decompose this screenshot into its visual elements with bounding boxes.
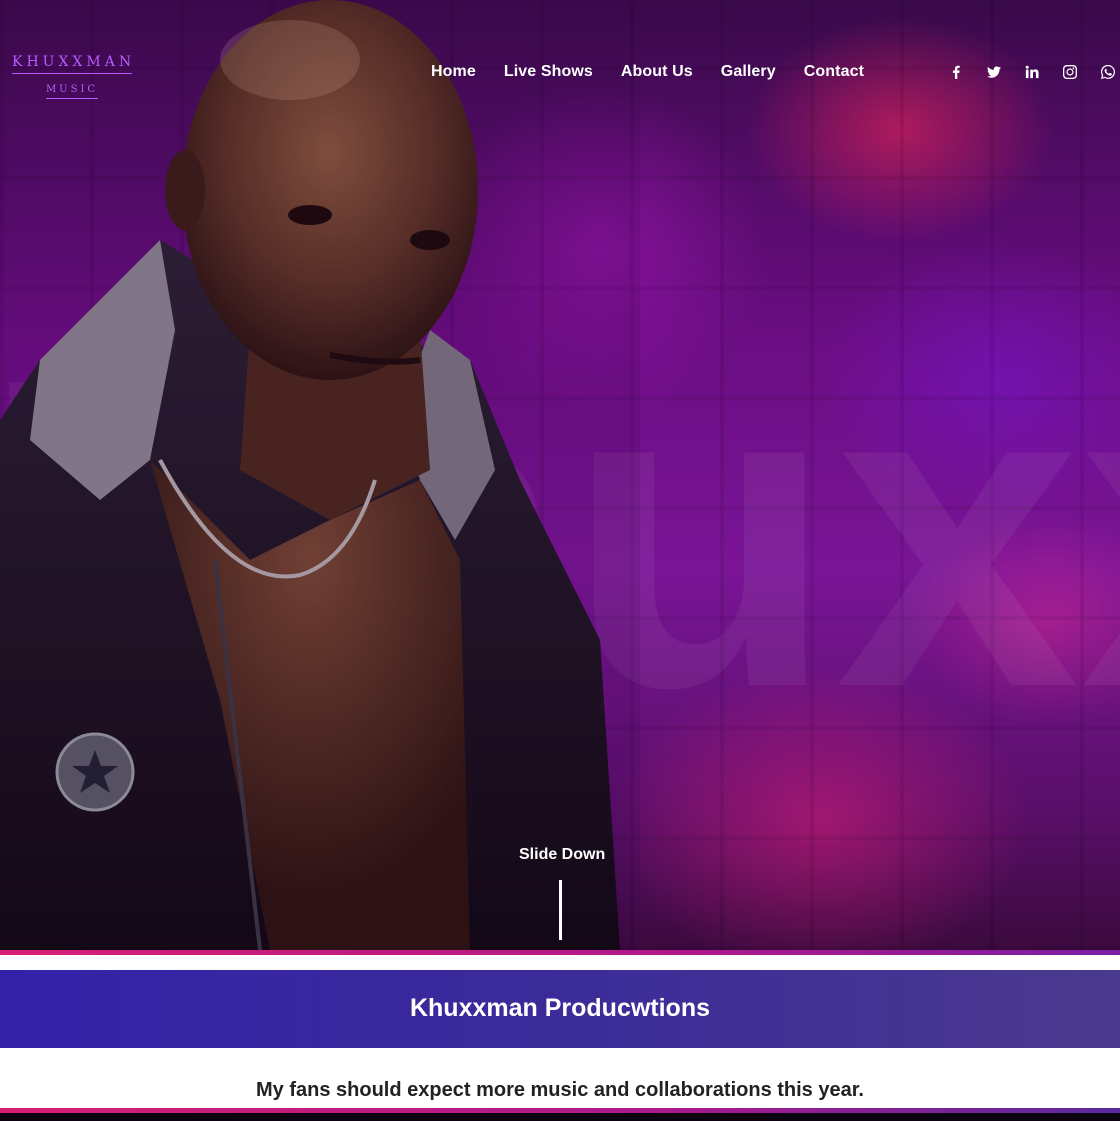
logo-brand-name: KHUXXMAN (12, 54, 132, 74)
linkedin-icon[interactable] (1024, 64, 1040, 80)
nav-contact[interactable]: Contact (804, 63, 864, 81)
logo-tagline: MUSIC (45, 84, 99, 99)
nav-home[interactable]: Home (431, 63, 476, 81)
productions-banner: Khuxxman Producwtions (0, 970, 1120, 1048)
nav-live-shows[interactable]: Live Shows (504, 63, 593, 81)
slide-down-indicator[interactable] (559, 880, 562, 940)
whatsapp-icon[interactable] (1100, 64, 1116, 80)
artist-photo (0, 0, 640, 950)
nav-about-us[interactable]: About Us (621, 63, 693, 81)
main-nav: Home Live Shows About Us Gallery Contact (431, 63, 864, 81)
intro-section: My fans should expect more music and col… (0, 1048, 1120, 1108)
facebook-icon[interactable] (948, 64, 964, 80)
instagram-icon[interactable] (1062, 64, 1078, 80)
divider-gap (0, 955, 1120, 970)
hero-section: Khuxxman (0, 0, 1120, 950)
page-footer-edge (0, 1113, 1120, 1121)
twitter-icon[interactable] (986, 64, 1002, 80)
nav-gallery[interactable]: Gallery (721, 63, 776, 81)
social-links (948, 64, 1116, 80)
site-logo[interactable]: KHUXXMAN MUSIC (12, 54, 132, 99)
banner-title: Khuxxman Producwtions (409, 994, 711, 1022)
intro-text: My fans should expect more music and col… (256, 1079, 864, 1101)
slide-down-label[interactable]: Slide Down (519, 846, 605, 864)
